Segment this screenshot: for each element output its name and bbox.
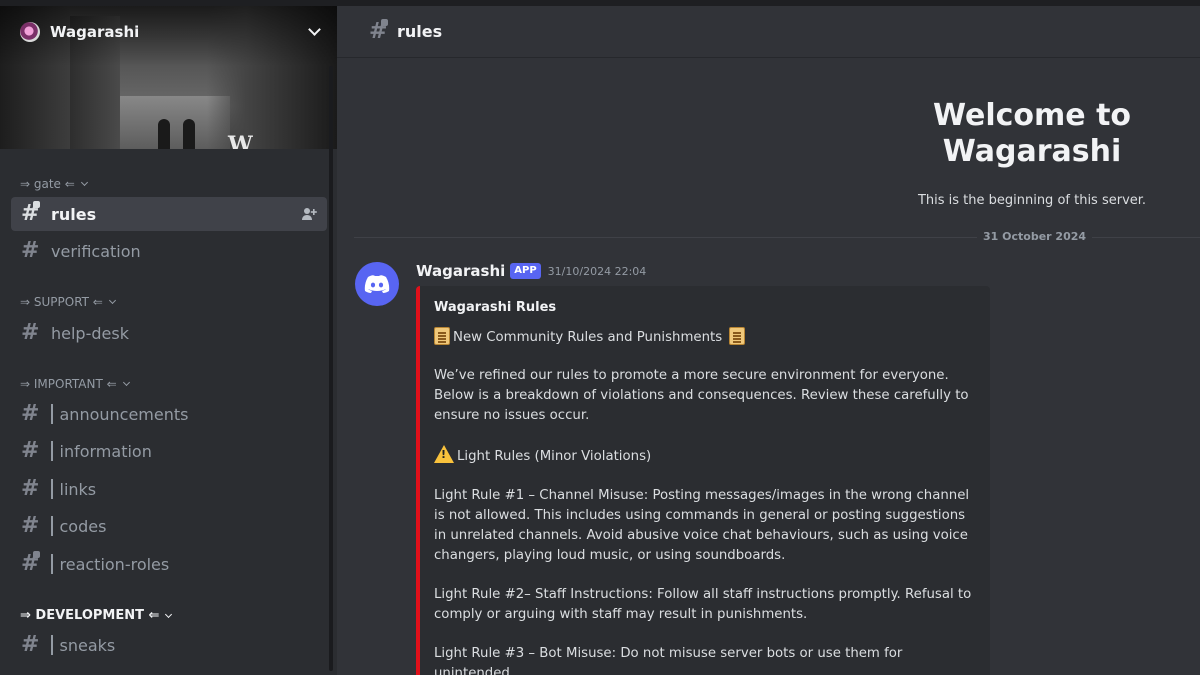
text-channel-icon: #	[21, 476, 40, 501]
channel-divider-bar	[51, 554, 53, 574]
message-author[interactable]: Wagarashi	[416, 262, 505, 280]
embed-rule-1: Light Rule #1 – Channel Misuse: Posting …	[434, 488, 970, 563]
text-channel-icon: #	[21, 438, 40, 463]
channel-title: rules	[397, 22, 443, 41]
chevron-down-icon	[165, 610, 173, 618]
channel-divider-bar	[51, 404, 53, 424]
channel-header: # rules	[337, 6, 1200, 58]
channel-codes[interactable]: # codes	[11, 509, 327, 543]
embed-body: New Community Rules and Punishments We’v…	[434, 327, 974, 675]
locked-text-channel-icon: #	[369, 18, 388, 44]
message-area: Welcome to Wagarashi This is the beginni…	[337, 58, 1200, 675]
category-development[interactable]: ⇒ DEVELOPMENT ⇐	[20, 608, 173, 623]
channel-divider-bar	[51, 635, 53, 655]
channel-verification[interactable]: # verification	[11, 234, 327, 268]
embed-intro: We’ve refined our rules to promote a mor…	[434, 368, 969, 423]
category-label: ⇒ SUPPORT ⇐	[20, 295, 103, 309]
embed-heading-line: New Community Rules and Punishments	[434, 327, 974, 348]
channel-help-desk[interactable]: # help-desk	[11, 316, 327, 350]
welcome-title: Welcome to Wagarashi	[932, 98, 1132, 169]
message-header: Wagarashi APP 31/10/2024 22:04	[416, 262, 646, 280]
app-badge: APP	[510, 263, 541, 279]
text-channel-icon: #	[21, 238, 40, 263]
channel-label: help-desk	[51, 323, 129, 343]
embed-heading: New Community Rules and Punishments	[453, 330, 723, 345]
channel-reaction-roles[interactable]: # reaction-roles	[11, 547, 327, 581]
warning-icon	[434, 445, 454, 463]
channel-divider-bar	[51, 441, 53, 461]
scroll-icon	[434, 327, 450, 345]
category-label: ⇒ gate ⇐	[20, 177, 75, 191]
channel-label: codes	[59, 516, 107, 536]
text-channel-icon: #	[21, 632, 40, 657]
channel-label: sneaks	[59, 635, 116, 655]
embed-section-heading: Light Rules (Minor Violations)	[457, 449, 652, 464]
embed-title: Wagarashi Rules	[434, 300, 557, 315]
locked-text-channel-icon: #	[21, 201, 40, 226]
chevron-down-icon[interactable]	[308, 23, 321, 36]
date-divider-label: 31 October 2024	[977, 230, 1093, 243]
chevron-down-icon	[122, 378, 130, 387]
welcome-subtitle: This is the beginning of this server.	[917, 193, 1147, 208]
chevron-down-icon	[80, 178, 88, 187]
create-invite-icon[interactable]	[301, 206, 317, 222]
rules-embed: Wagarashi Rules New Community Rules and …	[416, 286, 990, 675]
text-channel-icon: #	[21, 401, 40, 426]
category-important[interactable]: ⇒ IMPORTANT ⇐	[20, 377, 130, 391]
embed-rule-3: Light Rule #3 – Bot Misuse: Do not misus…	[434, 646, 903, 675]
channel-label: verification	[51, 241, 141, 261]
server-header[interactable]: Wagarashi	[0, 6, 337, 58]
channel-divider-bar	[51, 479, 53, 499]
chevron-down-icon	[108, 296, 116, 305]
category-label: ⇒ IMPORTANT ⇐	[20, 377, 117, 391]
channel-links[interactable]: # links	[11, 472, 327, 506]
locked-text-channel-icon: #	[21, 551, 40, 576]
channel-sneaks[interactable]: # sneaks	[11, 628, 327, 662]
discord-logo-icon	[364, 275, 390, 293]
channel-sidebar: W Wagarashi ⇒ gate ⇐ # rules # verificat…	[0, 6, 337, 675]
avatar[interactable]	[355, 262, 399, 306]
banner-logo-text: W	[228, 132, 253, 149]
server-name: Wagarashi	[50, 23, 140, 41]
channel-divider-bar	[51, 516, 53, 536]
server-icon	[20, 22, 40, 42]
message-timestamp[interactable]: 31/10/2024 22:04	[548, 265, 647, 278]
channel-label: announcements	[59, 404, 189, 424]
embed-section-line: Light Rules (Minor Violations)	[434, 445, 974, 467]
channel-label: information	[59, 441, 152, 461]
channel-announcements[interactable]: # announcements	[11, 397, 327, 431]
category-label: ⇒ DEVELOPMENT ⇐	[20, 608, 160, 623]
channel-label: links	[59, 479, 97, 499]
category-support[interactable]: ⇒ SUPPORT ⇐	[20, 295, 116, 309]
sidebar-scrollbar[interactable]	[329, 66, 333, 671]
embed-rule-2: Light Rule #2– Staff Instructions: Follo…	[434, 587, 972, 622]
channel-label: reaction-roles	[59, 554, 170, 574]
channel-label: rules	[51, 204, 97, 224]
category-gate[interactable]: ⇒ gate ⇐	[20, 177, 88, 191]
scroll-icon	[729, 327, 746, 345]
text-channel-icon: #	[21, 320, 40, 345]
channel-rules[interactable]: # rules	[11, 197, 327, 231]
text-channel-icon: #	[21, 513, 40, 538]
channel-information[interactable]: # information	[11, 434, 327, 468]
